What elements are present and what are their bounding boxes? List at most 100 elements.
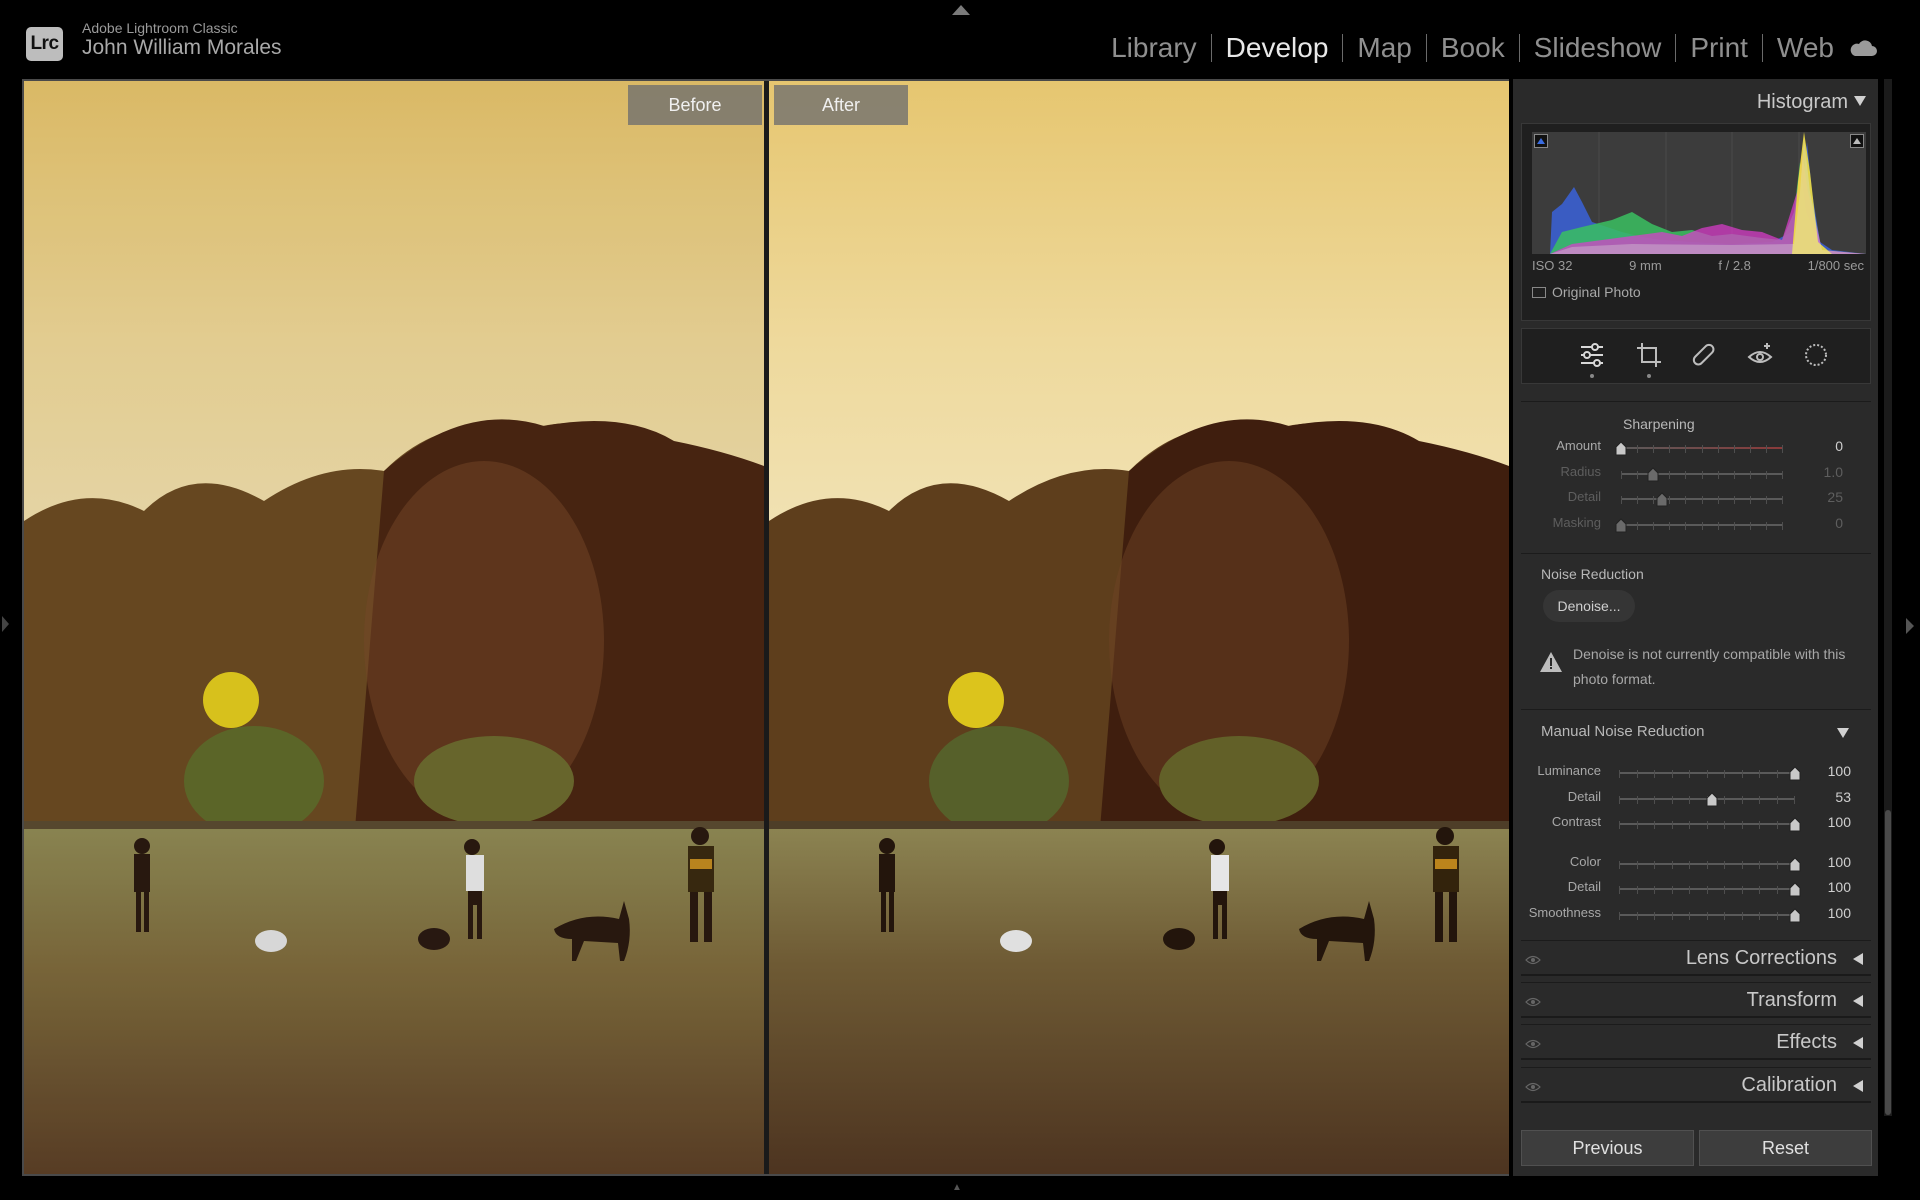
slider-row-detail: Detail 53 — [1521, 789, 1871, 809]
slider-row-detail: Detail 25 — [1521, 489, 1871, 509]
eye-icon[interactable] — [1525, 994, 1541, 1012]
eye-icon[interactable] — [1525, 952, 1541, 970]
expand-arrow-icon[interactable] — [1853, 995, 1863, 1007]
app-name: Adobe Lightroom Classic — [82, 20, 238, 36]
slider-label: Detail — [1567, 788, 1601, 804]
slider-thumb[interactable] — [1788, 882, 1802, 897]
eye-icon[interactable] — [1525, 1036, 1541, 1054]
after-photo[interactable] — [769, 81, 1509, 1174]
histogram-graph[interactable] — [1532, 132, 1866, 254]
slider-thumb[interactable] — [1705, 791, 1719, 806]
panel-lens-corrections[interactable]: Lens Corrections — [1521, 940, 1871, 976]
slider-thumb[interactable] — [1788, 907, 1802, 922]
slider-ticks — [1619, 909, 1795, 921]
left-panel-toggle-icon[interactable] — [2, 616, 9, 632]
module-library[interactable]: Library — [1111, 32, 1197, 64]
previous-button[interactable]: Previous — [1521, 1130, 1694, 1166]
slider-thumb[interactable] — [1655, 492, 1669, 507]
slider-row-masking: Masking 0 — [1521, 515, 1871, 535]
slider-value[interactable]: 100 — [1811, 854, 1851, 870]
collapse-top-panel-arrow-icon[interactable] — [952, 5, 970, 15]
module-develop[interactable]: Develop — [1226, 32, 1329, 64]
slider-value[interactable]: 0 — [1803, 438, 1843, 454]
module-picker: Library Develop Map Book Slideshow Print… — [1111, 32, 1880, 64]
manual-noise-reduction-collapse-icon[interactable] — [1837, 728, 1849, 738]
manual-noise-reduction-section: Manual Noise Reduction Luminance 100 Detai… — [1521, 709, 1871, 939]
slider-value[interactable]: 25 — [1803, 489, 1843, 505]
before-label: Before — [628, 85, 762, 125]
tool-indicator-dot — [1647, 374, 1651, 378]
right-panel-toggle-icon[interactable] — [1906, 618, 1914, 634]
histogram-header[interactable]: Histogram — [1513, 79, 1878, 123]
expand-arrow-icon[interactable] — [1853, 953, 1863, 965]
histogram-collapse-icon[interactable] — [1854, 96, 1866, 106]
exif-info: ISO 32 9 mm f / 2.8 1/800 sec — [1532, 258, 1864, 273]
module-web[interactable]: Web — [1777, 32, 1834, 64]
top-bar: Lrc Adobe Lightroom Classic John William… — [0, 0, 1920, 78]
expand-arrow-icon[interactable] — [1853, 1037, 1863, 1049]
highlight-clipping-icon[interactable] — [1850, 134, 1864, 148]
healing-icon[interactable] — [1688, 339, 1720, 371]
expand-arrow-icon[interactable] — [1853, 1080, 1863, 1092]
tool-strip — [1521, 328, 1871, 384]
masking-icon[interactable] — [1800, 339, 1832, 371]
manual-noise-reduction-title: Manual Noise Reduction — [1541, 723, 1705, 740]
slider-label: Color — [1569, 853, 1601, 869]
slider-ticks — [1621, 468, 1783, 480]
panel-scrollbar-thumb[interactable] — [1885, 810, 1891, 1115]
module-separator — [1675, 34, 1677, 62]
slider-row-radius: Radius 1.0 — [1521, 464, 1871, 484]
red-eye-icon[interactable] — [1744, 339, 1776, 371]
slider-value[interactable]: 100 — [1811, 814, 1851, 830]
sharpening-section: Sharpening Amount 0 Radius 1.0 Detail 25 Maski… — [1521, 401, 1871, 551]
edit-sliders-icon[interactable] — [1576, 339, 1608, 371]
before-photo[interactable] — [24, 81, 764, 1174]
module-slideshow[interactable]: Slideshow — [1534, 32, 1662, 64]
slider-ticks — [1619, 818, 1795, 830]
eye-icon[interactable] — [1525, 1079, 1541, 1097]
crop-icon[interactable] — [1633, 339, 1665, 371]
slider-value[interactable]: 100 — [1811, 905, 1851, 921]
denoise-button[interactable]: Denoise... — [1543, 590, 1635, 622]
panel-transform[interactable]: Transform — [1521, 982, 1871, 1018]
slider-value[interactable]: 0 — [1803, 515, 1843, 531]
original-photo-toggle[interactable]: Original Photo — [1532, 284, 1641, 300]
identity-plate-user: John William Morales — [82, 36, 282, 59]
filmstrip-handle-icon[interactable]: ▲ — [952, 1182, 970, 1193]
develop-right-panel: Histogram ISO 32 9 mm f / 2.8 1/800 sec … — [1513, 79, 1878, 1176]
slider-ticks — [1619, 767, 1795, 779]
module-map[interactable]: Map — [1357, 32, 1411, 64]
panel-calibration[interactable]: Calibration — [1521, 1067, 1871, 1103]
slider-thumb[interactable] — [1614, 517, 1628, 532]
slider-thumb[interactable] — [1788, 817, 1802, 832]
slider-label: Contrast — [1551, 814, 1601, 829]
slider-thumb[interactable] — [1646, 466, 1660, 481]
cloud-icon[interactable] — [1848, 38, 1880, 58]
exif-shutter: 1/800 sec — [1807, 258, 1864, 273]
slider-thumb[interactable] — [1788, 766, 1802, 781]
module-separator — [1425, 34, 1427, 62]
exif-iso: ISO 32 — [1532, 258, 1573, 273]
panel-effects[interactable]: Effects — [1521, 1024, 1871, 1060]
reset-button[interactable]: Reset — [1699, 1130, 1872, 1166]
slider-thumb[interactable] — [1614, 441, 1628, 456]
slider-thumb[interactable] — [1788, 856, 1802, 871]
module-print[interactable]: Print — [1690, 32, 1748, 64]
module-book[interactable]: Book — [1441, 32, 1505, 64]
slider-value[interactable]: 100 — [1811, 763, 1851, 779]
slider-row-detail: Detail 100 — [1521, 879, 1871, 899]
slider-label: Masking — [1552, 514, 1601, 530]
slider-value[interactable]: 53 — [1811, 789, 1851, 805]
panel-title: Transform — [1746, 989, 1837, 1011]
warning-icon — [1539, 651, 1563, 678]
histogram-title: Histogram — [1756, 91, 1848, 113]
after-label: After — [774, 85, 908, 125]
slider-value[interactable]: 100 — [1811, 879, 1851, 895]
photo-compare-view[interactable]: Before After — [22, 79, 1509, 1176]
lrc-logo: Lrc — [26, 27, 63, 61]
slider-value[interactable]: 1.0 — [1803, 464, 1843, 480]
shadow-clipping-icon[interactable] — [1534, 134, 1548, 148]
slider-label: Amount — [1556, 438, 1601, 453]
slider-label: Smoothness — [1528, 904, 1601, 920]
original-photo-checkbox[interactable] — [1532, 286, 1546, 298]
